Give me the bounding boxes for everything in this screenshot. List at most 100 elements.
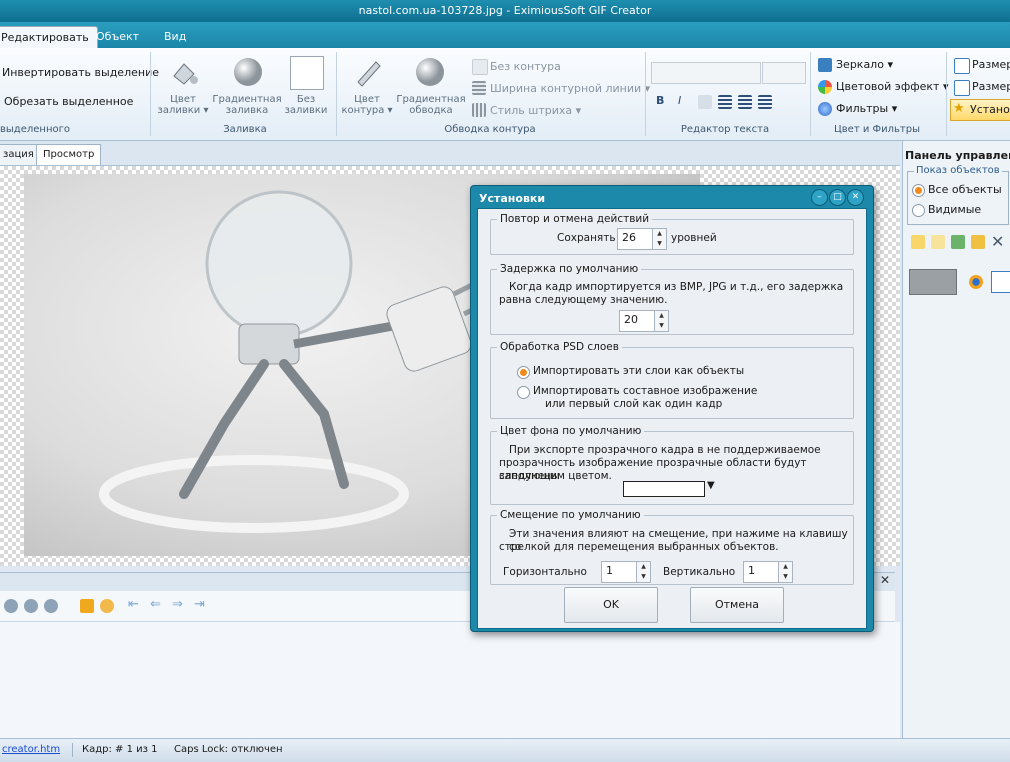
line-width-dropdown[interactable]: Ширина контурной линии ▾ [490, 82, 650, 95]
levels-label: уровней [671, 232, 717, 244]
status-caps: Caps Lock: отключен [174, 744, 283, 755]
copy-object-icon[interactable] [931, 235, 945, 249]
add-frame-icon[interactable] [80, 599, 94, 613]
delay-text-line2: равна следующему значению. [499, 294, 668, 306]
gradient-outline-icon [414, 56, 446, 88]
no-fill-button[interactable]: Без заливки [284, 94, 328, 116]
status-bar: creator.htm Кадр: # 1 из 1 Caps Lock: от… [0, 738, 1010, 762]
prev-frame-icon[interactable]: ⇐ [150, 597, 161, 612]
gradient-outline-button[interactable]: Градиентная обводка [396, 94, 466, 116]
frame-tool-icon[interactable] [44, 599, 58, 613]
italic-button[interactable]: I [678, 94, 681, 107]
spinner-arrows-icon[interactable]: ▲ ▼ [654, 311, 668, 331]
bg-color-swatch[interactable] [623, 481, 705, 497]
tab-object[interactable]: Объект [88, 26, 147, 48]
all-objects-label: Все объекты [928, 183, 1002, 196]
object-name-field[interactable] [991, 271, 1010, 293]
invert-selection-button[interactable]: Инвертировать выделение [2, 66, 159, 79]
settings-dialog: Установки – □ ✕ Повтор и отмена действий… [470, 185, 874, 632]
last-frame-icon[interactable]: ⇥ [194, 597, 205, 612]
spinner-arrows-icon[interactable]: ▲ ▼ [778, 562, 792, 582]
offset-legend: Смещение по умолчанию [497, 509, 644, 521]
import-layers-radio[interactable] [517, 366, 530, 379]
vertical-offset-value: 1 [748, 564, 755, 577]
psd-legend: Обработка PSD слоев [497, 341, 622, 353]
maximize-icon[interactable]: □ [829, 189, 846, 206]
outline-color-label2: контура ▾ [341, 105, 393, 116]
spinner-arrows-icon[interactable]: ▲ ▼ [652, 229, 666, 249]
spinner-arrows-icon[interactable]: ▲ ▼ [636, 562, 650, 582]
stroke-style-dropdown[interactable]: Стиль штриха ▾ [490, 104, 581, 117]
size-button-1[interactable]: Размер [972, 58, 1010, 71]
frame-delay-icon[interactable] [100, 599, 114, 613]
status-divider [72, 743, 73, 757]
bold-button[interactable]: B [656, 94, 664, 107]
next-frame-icon[interactable]: ⇒ [172, 597, 183, 612]
vertical-offset-spinner[interactable]: 1 ▲ ▼ [743, 561, 793, 583]
undo-levels-spinner[interactable]: 26 ▲ ▼ [617, 228, 667, 250]
color-effect-dropdown[interactable]: Цветовой эффект ▾ [836, 80, 948, 93]
align-right-icon[interactable] [758, 95, 772, 109]
group-label-text-editor: Редактор текста [680, 124, 770, 135]
close-icon[interactable]: ✕ [880, 573, 890, 587]
delay-legend: Задержка по умолчанию [497, 263, 642, 275]
delay-text-line1: Когда кадр импортируется из BMP, JPG и т… [509, 281, 844, 293]
fill-color-button[interactable]: Цвет заливки ▾ [156, 94, 210, 116]
new-object-icon[interactable] [911, 235, 925, 249]
first-frame-icon[interactable]: ⇤ [128, 597, 139, 612]
size-icon [954, 80, 970, 96]
tab-animation[interactable]: зация [0, 144, 41, 165]
gradient-outline-label2: обводка [409, 105, 453, 116]
ribbon-divider [645, 52, 646, 136]
horizontal-offset-spinner[interactable]: 1 ▲ ▼ [601, 561, 651, 583]
frame-tool-icon[interactable] [24, 599, 38, 613]
control-panel-title: Панель управлени [905, 149, 1010, 162]
setup-button[interactable]: Установ [970, 103, 1010, 116]
font-family-select[interactable] [651, 62, 761, 84]
cancel-button[interactable]: Отмена [690, 587, 784, 623]
delete-object-icon[interactable]: ✕ [991, 232, 1004, 251]
delay-spinner[interactable]: 20 ▲ ▼ [619, 310, 669, 332]
visibility-eye-icon[interactable] [969, 275, 983, 289]
visible-objects-label: Видимые [928, 203, 982, 216]
star-icon: ★ [953, 101, 965, 116]
gradient-fill-button[interactable]: Градиентная заливка [212, 94, 282, 116]
import-composite-radio[interactable] [517, 386, 530, 399]
document-tabs: зация Просмотр [0, 141, 900, 166]
outline-color-button[interactable]: Цвет контура ▾ [340, 94, 394, 116]
close-icon[interactable]: ✕ [847, 189, 864, 206]
horizontal-offset-value: 1 [606, 564, 613, 577]
ok-button[interactable]: OK [564, 587, 658, 623]
align-center-icon[interactable] [738, 95, 752, 109]
color-effect-icon [818, 80, 832, 94]
outline-color-icon [352, 56, 384, 88]
size-button-2[interactable]: Размер [972, 80, 1010, 93]
crop-selection-button[interactable]: Обрезать выделенное [4, 95, 133, 108]
horizontal-label: Горизонтально [503, 566, 587, 578]
no-outline-button[interactable]: Без контура [490, 60, 561, 73]
object-thumbnail[interactable] [909, 269, 957, 295]
text-style-icon[interactable] [698, 95, 712, 109]
dialog-title: Установки [479, 192, 546, 205]
minimize-icon[interactable]: – [811, 189, 828, 206]
edit-object-icon[interactable] [971, 235, 985, 249]
filters-dropdown[interactable]: Фильтры ▾ [836, 102, 897, 115]
frames-list[interactable] [0, 622, 900, 738]
tab-preview[interactable]: Просмотр [36, 144, 102, 165]
status-link[interactable]: creator.htm [2, 744, 60, 755]
gradient-fill-label2: заливка [225, 105, 269, 116]
align-left-icon[interactable] [718, 95, 732, 109]
image-object-icon[interactable] [951, 235, 965, 249]
visible-objects-radio[interactable] [912, 204, 925, 217]
frame-tool-icon[interactable] [4, 599, 18, 613]
tab-view[interactable]: Вид [156, 26, 194, 48]
import-layers-label: Импортировать эти слои как объекты [533, 365, 745, 377]
fill-color-label2: заливки ▾ [157, 105, 209, 116]
font-size-select[interactable] [762, 62, 806, 84]
window-title-bar: nastol.com.ua-103728.jpg - EximiousSoft … [0, 0, 1010, 22]
group-label-selection: выделенного [0, 124, 70, 135]
mirror-dropdown[interactable]: Зеркало ▾ [836, 58, 893, 71]
all-objects-radio[interactable] [912, 184, 925, 197]
bg-color-dropdown-icon[interactable]: ▼ [707, 480, 715, 491]
tab-edit[interactable]: Редактировать [0, 26, 98, 49]
